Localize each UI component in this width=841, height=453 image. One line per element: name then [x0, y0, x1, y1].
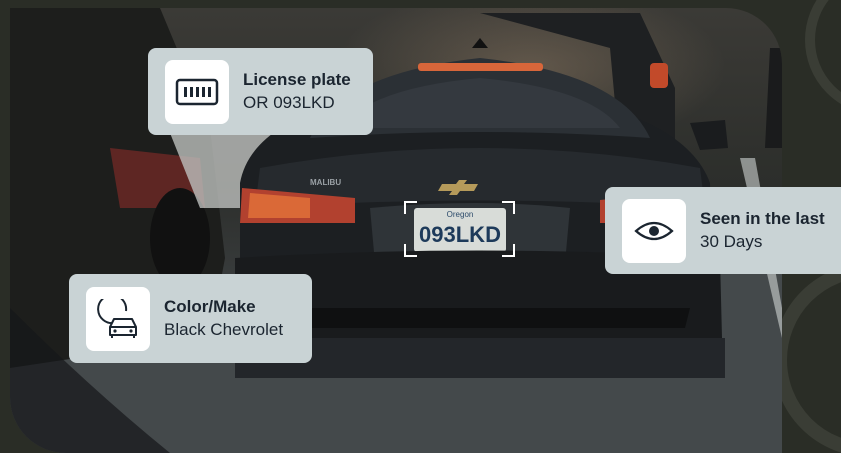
color-make-card: Color/Make Black Chevrolet [69, 274, 312, 363]
color-make-value: Black Chevrolet [164, 319, 284, 339]
license-plate-card: License plate OR 093LKD [148, 48, 373, 135]
license-plate-icon [175, 78, 219, 105]
plate-scan-frame [404, 201, 515, 257]
eye-icon [634, 221, 674, 240]
eye-icon-box [622, 198, 686, 263]
license-plate-icon-box [165, 59, 229, 124]
seen-card: Seen in the last 30 Days [605, 187, 841, 274]
color-make-title: Color/Make [164, 296, 256, 316]
license-plate-title: License plate [243, 69, 351, 89]
car-color-icon [97, 298, 137, 338]
car-color-icon-box [86, 286, 150, 351]
seen-value: 30 Days [700, 231, 763, 251]
malibu-badge: MALIBU [310, 178, 341, 187]
license-plate-value: OR 093LKD [243, 92, 335, 112]
seen-title: Seen in the last [700, 208, 825, 228]
